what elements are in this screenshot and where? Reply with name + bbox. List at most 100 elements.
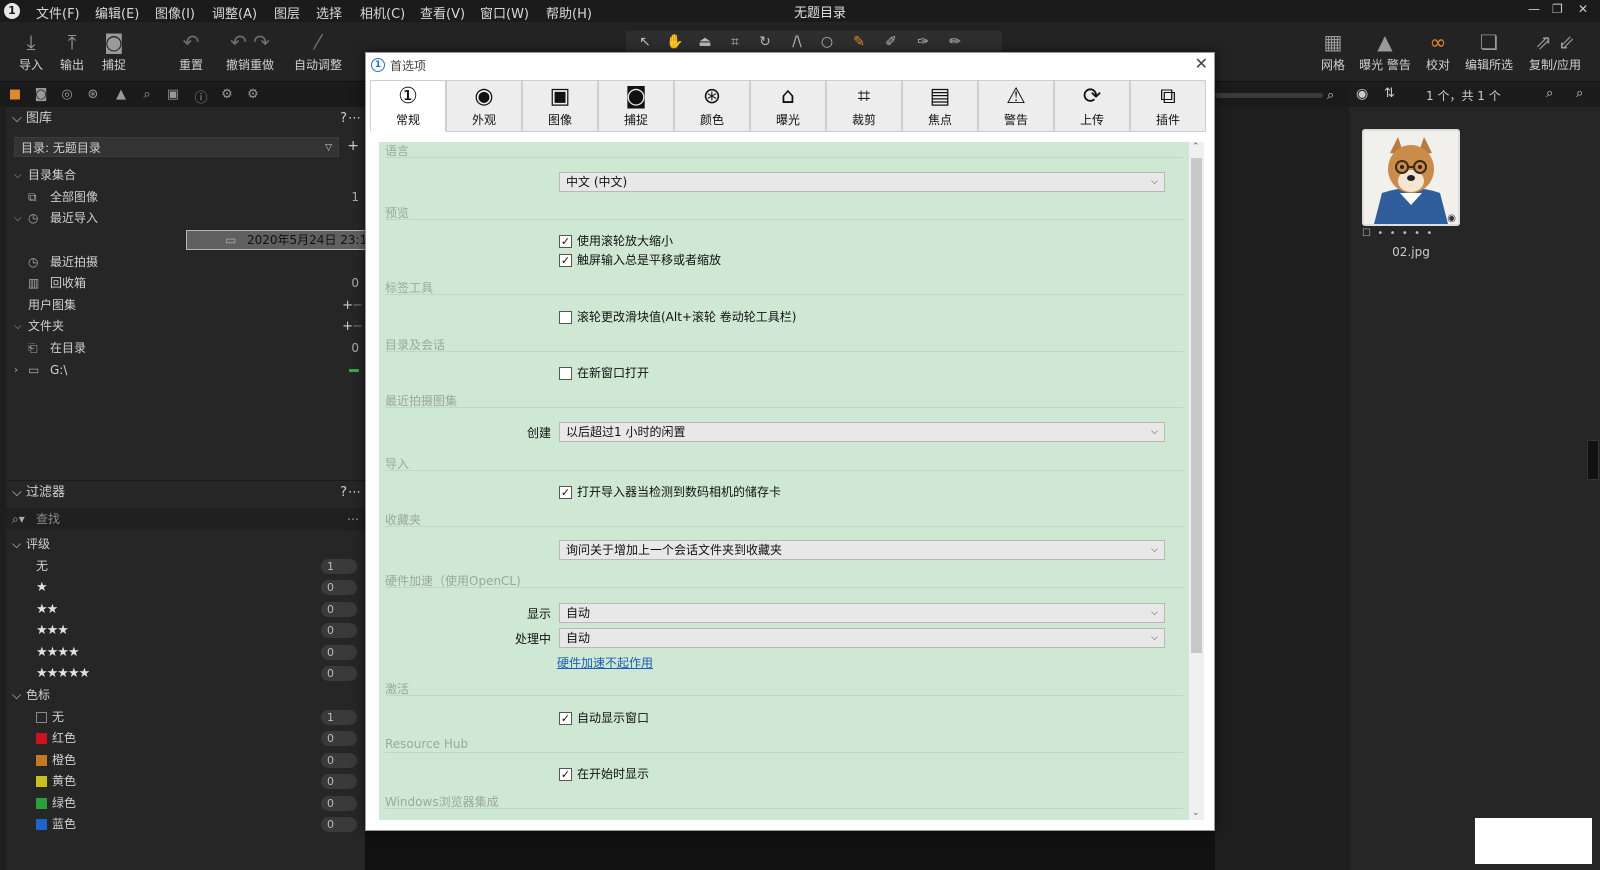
color-tab-icon[interactable]: ⊛ [84,87,102,103]
tab-upload[interactable]: ⟳ 上传 [1054,80,1130,132]
auto-adjust-button[interactable]: ⁄ 自动调整 [292,28,344,73]
gpu-processing-select[interactable]: 自动 ⌵ [559,628,1165,648]
zoom-slider[interactable] [1215,93,1323,98]
rating-row[interactable]: ★ 0 [6,577,365,598]
copy-apply-button[interactable]: ⇗ ⇙ 复制/应用 [1526,28,1584,73]
tree-user-collections[interactable]: 用户图集 + − [6,295,365,316]
thumbnail-rating[interactable]: ☐ • • • • • [1362,228,1460,239]
add-catalog-icon[interactable]: + [347,138,359,154]
menu-file[interactable]: 文件(F) [36,3,80,22]
help-icon[interactable]: ? [340,107,347,131]
minimize-icon[interactable]: — [1528,2,1540,16]
select-cursor-icon[interactable]: ↖ [630,31,660,53]
tab-exposure[interactable]: ⌂ 曝光 [750,80,826,132]
tab-appearance[interactable]: ◉ 外观 [446,80,522,132]
color-row[interactable]: 黄色 0 [6,771,365,792]
tab-plugins[interactable]: ⧉ 插件 [1130,80,1206,132]
tab-focus[interactable]: ▤ 焦点 [902,80,978,132]
tree-in-catalog[interactable]: ⎗ 在目录 0 [6,338,365,359]
rating-row[interactable]: ★★★★ 0 [6,642,365,663]
keystone-tool-icon[interactable]: /\ [782,31,812,53]
tree-recent-imports[interactable]: ⌵ ◷ 最近导入 [6,208,365,229]
favorites-select[interactable]: 询问关于增加上一个会话文件夹到收藏夹 ⌵ [559,540,1165,560]
library-header[interactable]: ⌵ 图库 ? ⋯ [6,107,365,131]
more-icon[interactable]: ⋯ [347,508,359,530]
open-importer-checkbox[interactable]: ✓ 打开导入器当检测到数码相机的储存卡 [559,483,781,501]
preferences-scrollbar[interactable]: ⌃ ⌄ [1189,142,1204,820]
capture-button[interactable]: ◙ 捕捉 [99,28,129,73]
tree-catalog-collections[interactable]: ⌵ 目录集合 [6,165,365,186]
close-window-icon[interactable]: ✕ [1578,2,1588,16]
undo-redo-button[interactable]: ↶ ↷ 撤销重做 [222,28,278,73]
rating-row[interactable]: 无1 [6,556,365,577]
recent-idle-select[interactable]: 以后超过1 小时的闲置 ⌵ [559,422,1165,442]
gpu-display-select[interactable]: 自动 ⌵ [559,603,1165,623]
color-row[interactable]: 蓝色 0 [6,814,365,835]
filters-header[interactable]: ⌵ 过滤器 ? ⋯ [6,480,365,504]
eyedropper-icon[interactable]: ✑ [908,31,938,53]
hardware-acceleration-link[interactable]: 硬件加速不起作用 [557,654,653,671]
color-tag-header[interactable]: ⌵ 色标 [6,685,365,706]
menu-adjust[interactable]: 调整(A) [212,3,257,22]
scrollbar-thumb[interactable] [1191,158,1202,653]
zoom-icon[interactable]: ⌕ [1327,88,1334,103]
menu-view[interactable]: 查看(V) [420,3,465,22]
tab-crop[interactable]: ⌗ 裁剪 [826,80,902,132]
search-icon[interactable]: ⌕ [1576,86,1583,101]
brush-tool-icon[interactable]: ✎ [844,31,874,53]
batch-tab-icon[interactable]: ⚙ [244,87,262,103]
import-button[interactable]: ⤓ 导入 [16,28,46,73]
menu-edit[interactable]: 编辑(E) [95,3,139,22]
color-row[interactable]: 绿色 0 [6,793,365,814]
sort-icon[interactable]: ⇅ [1384,86,1395,101]
tree-folders[interactable]: ⌵ 文件夹 + − [6,316,365,337]
circle-tool-icon[interactable]: ○ [812,31,842,53]
export-button[interactable]: ⤒ 输出 [57,28,87,73]
open-new-window-checkbox[interactable]: 在新窗口打开 [559,364,649,382]
edit-selected-button[interactable]: ❏ 编辑所选 [1463,28,1515,73]
auto-show-window-checkbox[interactable]: ✓ 自动显示窗口 [559,709,649,727]
catalog-select[interactable]: 目录: 无题目录 ▽ [14,137,339,157]
settings-tab-icon[interactable]: ⚙ [218,87,236,103]
rating-row[interactable]: ★★★ 0 [6,620,365,641]
more-icon[interactable]: ⋯ [348,107,361,131]
menu-window[interactable]: 窗口(W) [480,3,529,22]
grid-button[interactable]: ▦ 网格 [1318,28,1348,73]
show-at-startup-checkbox[interactable]: ✓ 在开始时显示 [559,765,649,783]
touch-pan-zoom-checkbox[interactable]: ✓ 触屏输入总是平移或者缩放 [559,251,721,269]
remove-icon[interactable]: − [352,316,363,337]
camera-tab-icon[interactable]: ◙ [32,87,50,103]
zoom-icon[interactable]: ⌕ [1546,86,1553,101]
tree-all-images[interactable]: ⧉ 全部图像 1 [6,187,365,208]
language-select[interactable]: 中文 (中文) ⌵ [559,172,1165,192]
menu-camera[interactable]: 相机(C) [360,3,405,22]
color-row[interactable]: 无1 [6,707,365,728]
maximize-icon[interactable]: ❐ [1552,2,1563,16]
tree-drive-g[interactable]: › ▭ G:\ [6,360,365,381]
menu-image[interactable]: 图像(I) [155,3,195,22]
scroll-zoom-checkbox[interactable]: ✓ 使用滚轮放大缩小 [559,232,673,250]
exposure-warning-button[interactable]: ▲ 曝光 警告 [1357,28,1413,73]
menu-help[interactable]: 帮助(H) [546,3,592,22]
detail-tab-icon[interactable]: ⌕ [138,87,156,103]
pan-hand-icon[interactable]: ✋ [660,31,690,53]
eye-icon[interactable]: ◉ [1356,86,1368,102]
rotate-tool-icon[interactable]: ↻ [750,31,780,53]
more-icon[interactable]: ⋯ [348,481,361,505]
help-icon[interactable]: ? [340,481,347,505]
tree-recent-captures[interactable]: ◷ 最近拍摄 [6,252,365,273]
tab-general[interactable]: ① 常规 [370,80,446,132]
lens-tab-icon[interactable]: ◎ [58,87,76,103]
close-icon[interactable]: ✕ [1195,54,1208,73]
menu-layer[interactable]: 图层 [274,3,300,22]
eraser-tool-icon[interactable]: ✏ [940,31,970,53]
tab-image[interactable]: ▣ 图像 [522,80,598,132]
color-row[interactable]: 橙色 0 [6,750,365,771]
metadata-tab-icon[interactable]: ▣ [164,87,182,103]
scroll-down-icon[interactable]: ⌄ [1192,808,1200,818]
scroll-slider-checkbox[interactable]: 滚轮更改滑块值(Alt+滚轮 卷动轮工具栏) [559,308,796,326]
proof-button[interactable]: ∞ 校对 [1420,28,1456,73]
menu-select[interactable]: 选择 [316,3,342,22]
remove-icon[interactable]: − [352,295,363,316]
reset-button[interactable]: ↶ 重置 [176,28,206,73]
